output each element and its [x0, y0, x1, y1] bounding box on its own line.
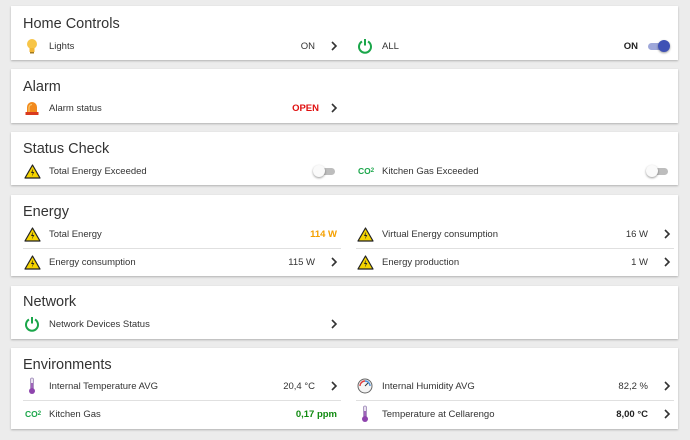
card-title: Environments: [23, 357, 112, 373]
total-energy-value: 114 W: [310, 228, 337, 240]
kitchen-gas-value: 0,17 ppm: [295, 408, 337, 420]
temp-avg-value: 20,4 °C: [283, 380, 315, 392]
warning-icon: [23, 253, 41, 271]
temp-avg-label: Internal Temperature AVG: [49, 380, 158, 392]
lightbulb-icon: [23, 37, 41, 55]
gas-exceeded-toggle[interactable]: [646, 165, 670, 177]
warning-icon: [23, 225, 41, 243]
card-title: Home Controls: [23, 16, 120, 32]
chevron-right-icon[interactable]: [660, 227, 674, 241]
warning-icon: [356, 253, 374, 271]
total-energy-label: Total Energy: [49, 228, 102, 240]
energy-consumption-label: Energy consumption: [49, 256, 136, 268]
co2-icon-text: CO: [357, 166, 371, 176]
chevron-right-icon[interactable]: [660, 407, 674, 421]
network-card: Network Network Devices Status: [11, 286, 678, 339]
alarm-status-value: OPEN: [292, 102, 319, 114]
chevron-right-icon[interactable]: [327, 379, 341, 393]
energy-exceeded-row: Total Energy Exceeded: [23, 158, 341, 184]
chevron-right-icon[interactable]: [327, 39, 341, 53]
alarm-status-label: Alarm status: [49, 102, 102, 114]
all-row: ALL ON: [356, 33, 674, 59]
network-devices-row[interactable]: Network Devices Status: [23, 311, 341, 337]
energy-exceeded-toggle[interactable]: [313, 165, 337, 177]
warning-icon: [356, 225, 374, 243]
warning-icon: [23, 162, 41, 180]
alarm-status-row[interactable]: Alarm status OPEN: [23, 95, 341, 121]
co2-icon: CO 2: [356, 162, 376, 180]
toggle-knob: [646, 165, 658, 177]
co2-icon-sub: 2: [37, 411, 42, 417]
co2-icon-text: CO: [24, 409, 38, 419]
energy-production-value: 1 W: [631, 256, 648, 268]
card-title: Alarm: [23, 79, 61, 95]
chevron-right-icon[interactable]: [660, 379, 674, 393]
humidity-avg-label: Internal Humidity AVG: [382, 380, 475, 392]
chevron-right-icon[interactable]: [327, 255, 341, 269]
thermometer-icon: [23, 377, 41, 395]
cellarengo-label: Temperature at Cellarengo: [382, 408, 495, 420]
cellarengo-row[interactable]: Temperature at Cellarengo 8,00 °C: [356, 401, 674, 427]
cellarengo-value: 8,00 °C: [616, 408, 648, 420]
co2-icon: CO 2: [23, 405, 43, 423]
all-toggle[interactable]: [646, 40, 670, 52]
virtual-energy-row[interactable]: Virtual Energy consumption 16 W: [356, 221, 674, 247]
environments-card: Environments Internal Temperature AVG 20…: [11, 348, 678, 429]
power-icon: [23, 315, 41, 333]
total-energy-row: Total Energy 114 W: [23, 221, 341, 247]
temp-avg-row[interactable]: Internal Temperature AVG 20,4 °C: [23, 373, 341, 399]
energy-exceeded-label: Total Energy Exceeded: [49, 165, 147, 177]
toggle-knob: [658, 40, 670, 52]
all-label: ALL: [382, 40, 399, 52]
chevron-right-icon[interactable]: [327, 317, 341, 331]
lights-row[interactable]: Lights ON: [23, 33, 341, 59]
card-title: Energy: [23, 204, 69, 220]
all-value: ON: [623, 40, 638, 52]
humidity-avg-row[interactable]: Internal Humidity AVG 82,2 %: [356, 373, 674, 399]
energy-production-row[interactable]: Energy production 1 W: [356, 249, 674, 275]
gas-exceeded-row: CO 2 Kitchen Gas Exceeded: [356, 158, 674, 184]
humidity-avg-value: 82,2 %: [618, 380, 648, 392]
card-title: Status Check: [23, 141, 110, 157]
gas-exceeded-label: Kitchen Gas Exceeded: [382, 165, 479, 177]
virtual-energy-label: Virtual Energy consumption: [382, 228, 498, 240]
thermometer-icon: [356, 405, 374, 423]
virtual-energy-value: 16 W: [625, 228, 648, 240]
energy-consumption-value: 115 W: [288, 256, 315, 268]
alarm-card: Alarm Alarm status OPEN: [11, 69, 678, 123]
siren-icon: [23, 99, 41, 117]
network-devices-label: Network Devices Status: [49, 318, 150, 330]
kitchen-gas-label: Kitchen Gas: [49, 408, 101, 420]
status-check-card: Status Check Total Energy Exceeded CO 2 K…: [11, 132, 678, 185]
home-controls-card: Home Controls Lights ON ALL ON: [11, 6, 678, 60]
chevron-right-icon[interactable]: [660, 255, 674, 269]
energy-production-label: Energy production: [382, 256, 460, 268]
toggle-knob: [313, 165, 325, 177]
hygrometer-icon: [356, 377, 374, 395]
card-title: Network: [23, 294, 77, 310]
energy-card: Energy Total Energy 114 W Virtual Energy…: [11, 195, 678, 276]
energy-consumption-row[interactable]: Energy consumption 115 W: [23, 249, 341, 275]
chevron-right-icon[interactable]: [327, 101, 341, 115]
power-icon: [356, 37, 374, 55]
kitchen-gas-row: CO 2 Kitchen Gas 0,17 ppm: [23, 401, 341, 427]
lights-value: ON: [300, 40, 315, 52]
lights-label: Lights: [49, 40, 75, 52]
co2-icon-sub: 2: [370, 168, 375, 174]
